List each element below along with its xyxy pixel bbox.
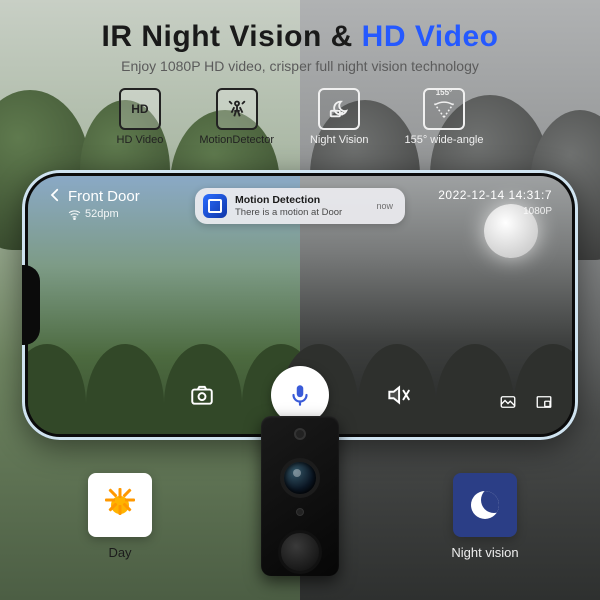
phone-mockup: Front Door 52dpm 2022-12-14 14:31:7 1080… [22,170,578,440]
legend-night-label: Night vision [425,545,545,560]
sun-icon [88,473,152,537]
motion-notification[interactable]: Motion Detection There is a motion at Do… [195,188,405,224]
mute-button[interactable] [383,380,413,410]
gallery-button[interactable] [498,392,518,412]
title-part-a: IR Night Vision & [102,20,362,53]
motion-icon [216,88,258,130]
legend-day-label: Day [60,545,180,560]
pir-sensor [294,428,306,440]
feature-hd-video: HD HD Video [117,88,164,146]
camera-name: Front Door [68,188,140,205]
feature-row: HD HD Video MotionDetector Night Vision … [0,88,600,146]
feature-label: 155° wide-angle [404,134,483,146]
phone-screen: Front Door 52dpm 2022-12-14 14:31:7 1080… [28,176,572,434]
legend-day: Day [60,473,180,560]
wifi-strength: 52dpm [85,208,119,220]
doorbell-button [278,530,322,574]
wide-angle-icon: 155° [423,88,465,130]
camera-hud: Front Door 52dpm 2022-12-14 14:31:7 1080… [28,176,572,434]
feature-night-vision: Night Vision [310,88,369,146]
wifi-status: 52dpm [68,208,119,220]
moon-icon [453,473,517,537]
hd-icon: HD [119,88,161,130]
ir-led [296,508,304,516]
legend-night: Night vision [425,473,545,560]
page-title: IR Night Vision & HD Video [0,20,600,54]
phone-notch [22,265,40,345]
toast-title: Motion Detection [235,194,342,207]
page-subtitle: Enjoy 1080P HD video, crisper full night… [0,58,600,74]
feature-label: MotionDetector [199,134,274,146]
timestamp: 2022-12-14 14:31:7 [438,188,552,202]
app-icon [203,194,227,218]
night-vision-icon [318,88,360,130]
video-quality[interactable]: 1080P [523,206,552,217]
back-icon[interactable] [46,186,64,204]
feature-wide-angle: 155° 155° wide-angle [404,88,483,146]
toast-time: now [376,201,393,211]
title-part-b: HD Video [362,20,499,53]
snapshot-button[interactable] [187,380,217,410]
feature-label: Night Vision [310,134,369,146]
feature-label: HD Video [117,134,164,146]
fullscreen-button[interactable] [534,392,554,412]
doorbell-device [261,416,339,576]
camera-lens [280,458,320,498]
header: IR Night Vision & HD Video Enjoy 1080P H… [0,0,600,74]
toast-body: There is a motion at Door [235,207,342,218]
feature-motion-detector: MotionDetector [199,88,274,146]
